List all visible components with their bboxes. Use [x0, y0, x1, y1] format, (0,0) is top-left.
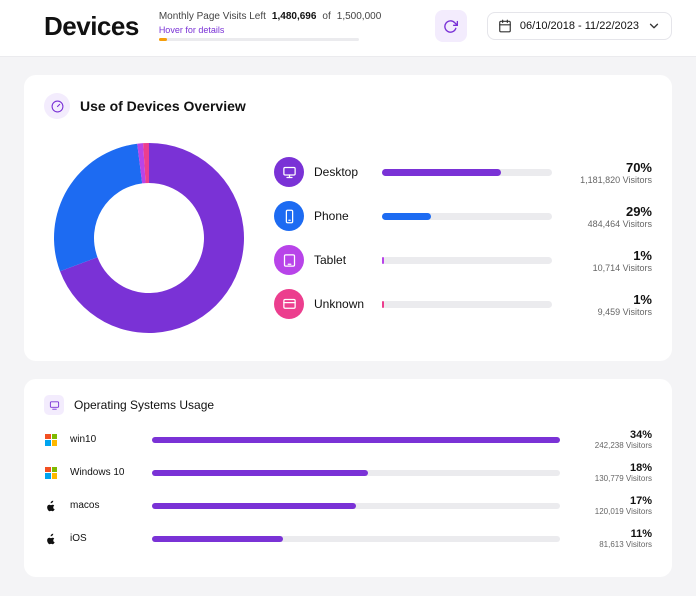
os-bar — [152, 437, 560, 443]
refresh-icon — [443, 19, 458, 34]
legend-values: 1%9,459 Visitors — [562, 292, 652, 317]
unknown-icon — [274, 289, 304, 319]
card-header: Operating Systems Usage — [44, 395, 652, 415]
devices-icon — [44, 395, 64, 415]
overview-body: Desktop 70%1,181,820 Visitors Phone 29%484,… — [44, 133, 652, 343]
date-range-picker[interactable]: 06/10/2018 - 11/22/2023 — [487, 12, 672, 40]
phone-icon — [274, 201, 304, 231]
speedometer-icon — [44, 93, 70, 119]
os-values: 34%242,238 Visitors — [572, 429, 652, 450]
os-row: macos 17%120,019 Visitors — [44, 495, 652, 516]
visits-row: Monthly Page Visits Left 1,480,696 of 1,… — [159, 11, 381, 22]
chevron-down-icon — [647, 19, 661, 33]
legend-values: 1%10,714 Visitors — [562, 248, 652, 273]
legend-pct: 70% — [562, 160, 652, 175]
legend-row-unknown: Unknown 1%9,459 Visitors — [274, 289, 652, 319]
legend-visitors: 484,464 Visitors — [562, 219, 652, 229]
os-visitors: 130,779 Visitors — [572, 474, 652, 483]
os-values: 17%120,019 Visitors — [572, 495, 652, 516]
legend-bar — [382, 257, 552, 264]
card-title: Use of Devices Overview — [80, 98, 246, 114]
os-pct: 34% — [572, 429, 652, 441]
visits-label: Monthly Page Visits Left — [159, 11, 266, 22]
os-bar-fill — [152, 437, 560, 443]
os-bar — [152, 536, 560, 542]
os-values: 11%81,613 Visitors — [572, 528, 652, 549]
os-name: macos — [70, 500, 140, 511]
os-visitors: 242,238 Visitors — [572, 441, 652, 450]
legend-values: 29%484,464 Visitors — [562, 204, 652, 229]
os-bar-fill — [152, 470, 368, 476]
apple-icon — [45, 499, 57, 513]
visits-progress-fill — [159, 38, 167, 41]
legend-label: Phone — [314, 209, 372, 223]
windows-icon — [45, 467, 57, 479]
card-os-usage: Operating Systems Usage win10 34%242,238 … — [24, 379, 672, 577]
legend-bar-fill — [382, 169, 501, 176]
os-bar — [152, 503, 560, 509]
calendar-icon — [498, 19, 512, 33]
legend-row-desktop: Desktop 70%1,181,820 Visitors — [274, 157, 652, 187]
visits-block[interactable]: Monthly Page Visits Left 1,480,696 of 1,… — [159, 11, 381, 41]
os-name: win10 — [70, 434, 140, 445]
device-legend: Desktop 70%1,181,820 Visitors Phone 29%484,… — [274, 157, 652, 319]
page-title: Devices — [44, 11, 139, 42]
os-logo — [44, 499, 58, 513]
donut-slice-phone — [54, 144, 142, 272]
legend-bar — [382, 169, 552, 176]
os-bar-fill — [152, 503, 356, 509]
top-bar: Devices Monthly Page Visits Left 1,480,6… — [0, 0, 696, 57]
card-header: Use of Devices Overview — [44, 93, 652, 119]
card-title: Operating Systems Usage — [74, 398, 214, 412]
os-visitors: 120,019 Visitors — [572, 507, 652, 516]
card-device-overview: Use of Devices Overview Desktop 70%1,181,… — [24, 75, 672, 361]
legend-pct: 29% — [562, 204, 652, 219]
legend-bar — [382, 213, 552, 220]
os-values: 18%130,779 Visitors — [572, 462, 652, 483]
os-logo — [44, 466, 58, 480]
legend-row-tablet: Tablet 1%10,714 Visitors — [274, 245, 652, 275]
os-name: iOS — [70, 533, 140, 544]
legend-values: 70%1,181,820 Visitors — [562, 160, 652, 185]
legend-bar-fill — [382, 257, 384, 264]
visits-total: 1,500,000 — [337, 11, 382, 22]
os-list: win10 34%242,238 Visitors Windows 10 18%130… — [44, 429, 652, 549]
visits-used: 1,480,696 — [272, 11, 317, 22]
os-bar — [152, 470, 560, 476]
legend-label: Unknown — [314, 297, 372, 311]
legend-label: Tablet — [314, 253, 372, 267]
date-range-text: 06/10/2018 - 11/22/2023 — [520, 20, 639, 32]
legend-row-phone: Phone 29%484,464 Visitors — [274, 201, 652, 231]
legend-visitors: 10,714 Visitors — [562, 263, 652, 273]
legend-pct: 1% — [562, 292, 652, 307]
content-area: Use of Devices Overview Desktop 70%1,181,… — [0, 57, 696, 577]
legend-pct: 1% — [562, 248, 652, 263]
legend-bar-fill — [382, 301, 384, 308]
os-row: iOS 11%81,613 Visitors — [44, 528, 652, 549]
os-row: Windows 10 18%130,779 Visitors — [44, 462, 652, 483]
os-name: Windows 10 — [70, 467, 140, 478]
legend-label: Desktop — [314, 165, 372, 179]
refresh-button[interactable] — [435, 10, 467, 42]
legend-bar — [382, 301, 552, 308]
desktop-icon — [274, 157, 304, 187]
os-pct: 11% — [572, 528, 652, 540]
visits-hover-hint: Hover for details — [159, 25, 381, 35]
os-pct: 18% — [572, 462, 652, 474]
os-pct: 17% — [572, 495, 652, 507]
os-visitors: 81,613 Visitors — [572, 540, 652, 549]
visits-progress-bar — [159, 38, 359, 41]
os-logo — [44, 532, 58, 546]
tablet-icon — [274, 245, 304, 275]
legend-visitors: 9,459 Visitors — [562, 307, 652, 317]
donut-chart — [44, 133, 254, 343]
os-row: win10 34%242,238 Visitors — [44, 429, 652, 450]
apple-icon — [45, 532, 57, 546]
windows-icon — [45, 434, 57, 446]
os-logo — [44, 433, 58, 447]
os-bar-fill — [152, 536, 283, 542]
legend-bar-fill — [382, 213, 431, 220]
visits-of: of — [322, 11, 330, 22]
legend-visitors: 1,181,820 Visitors — [562, 175, 652, 185]
